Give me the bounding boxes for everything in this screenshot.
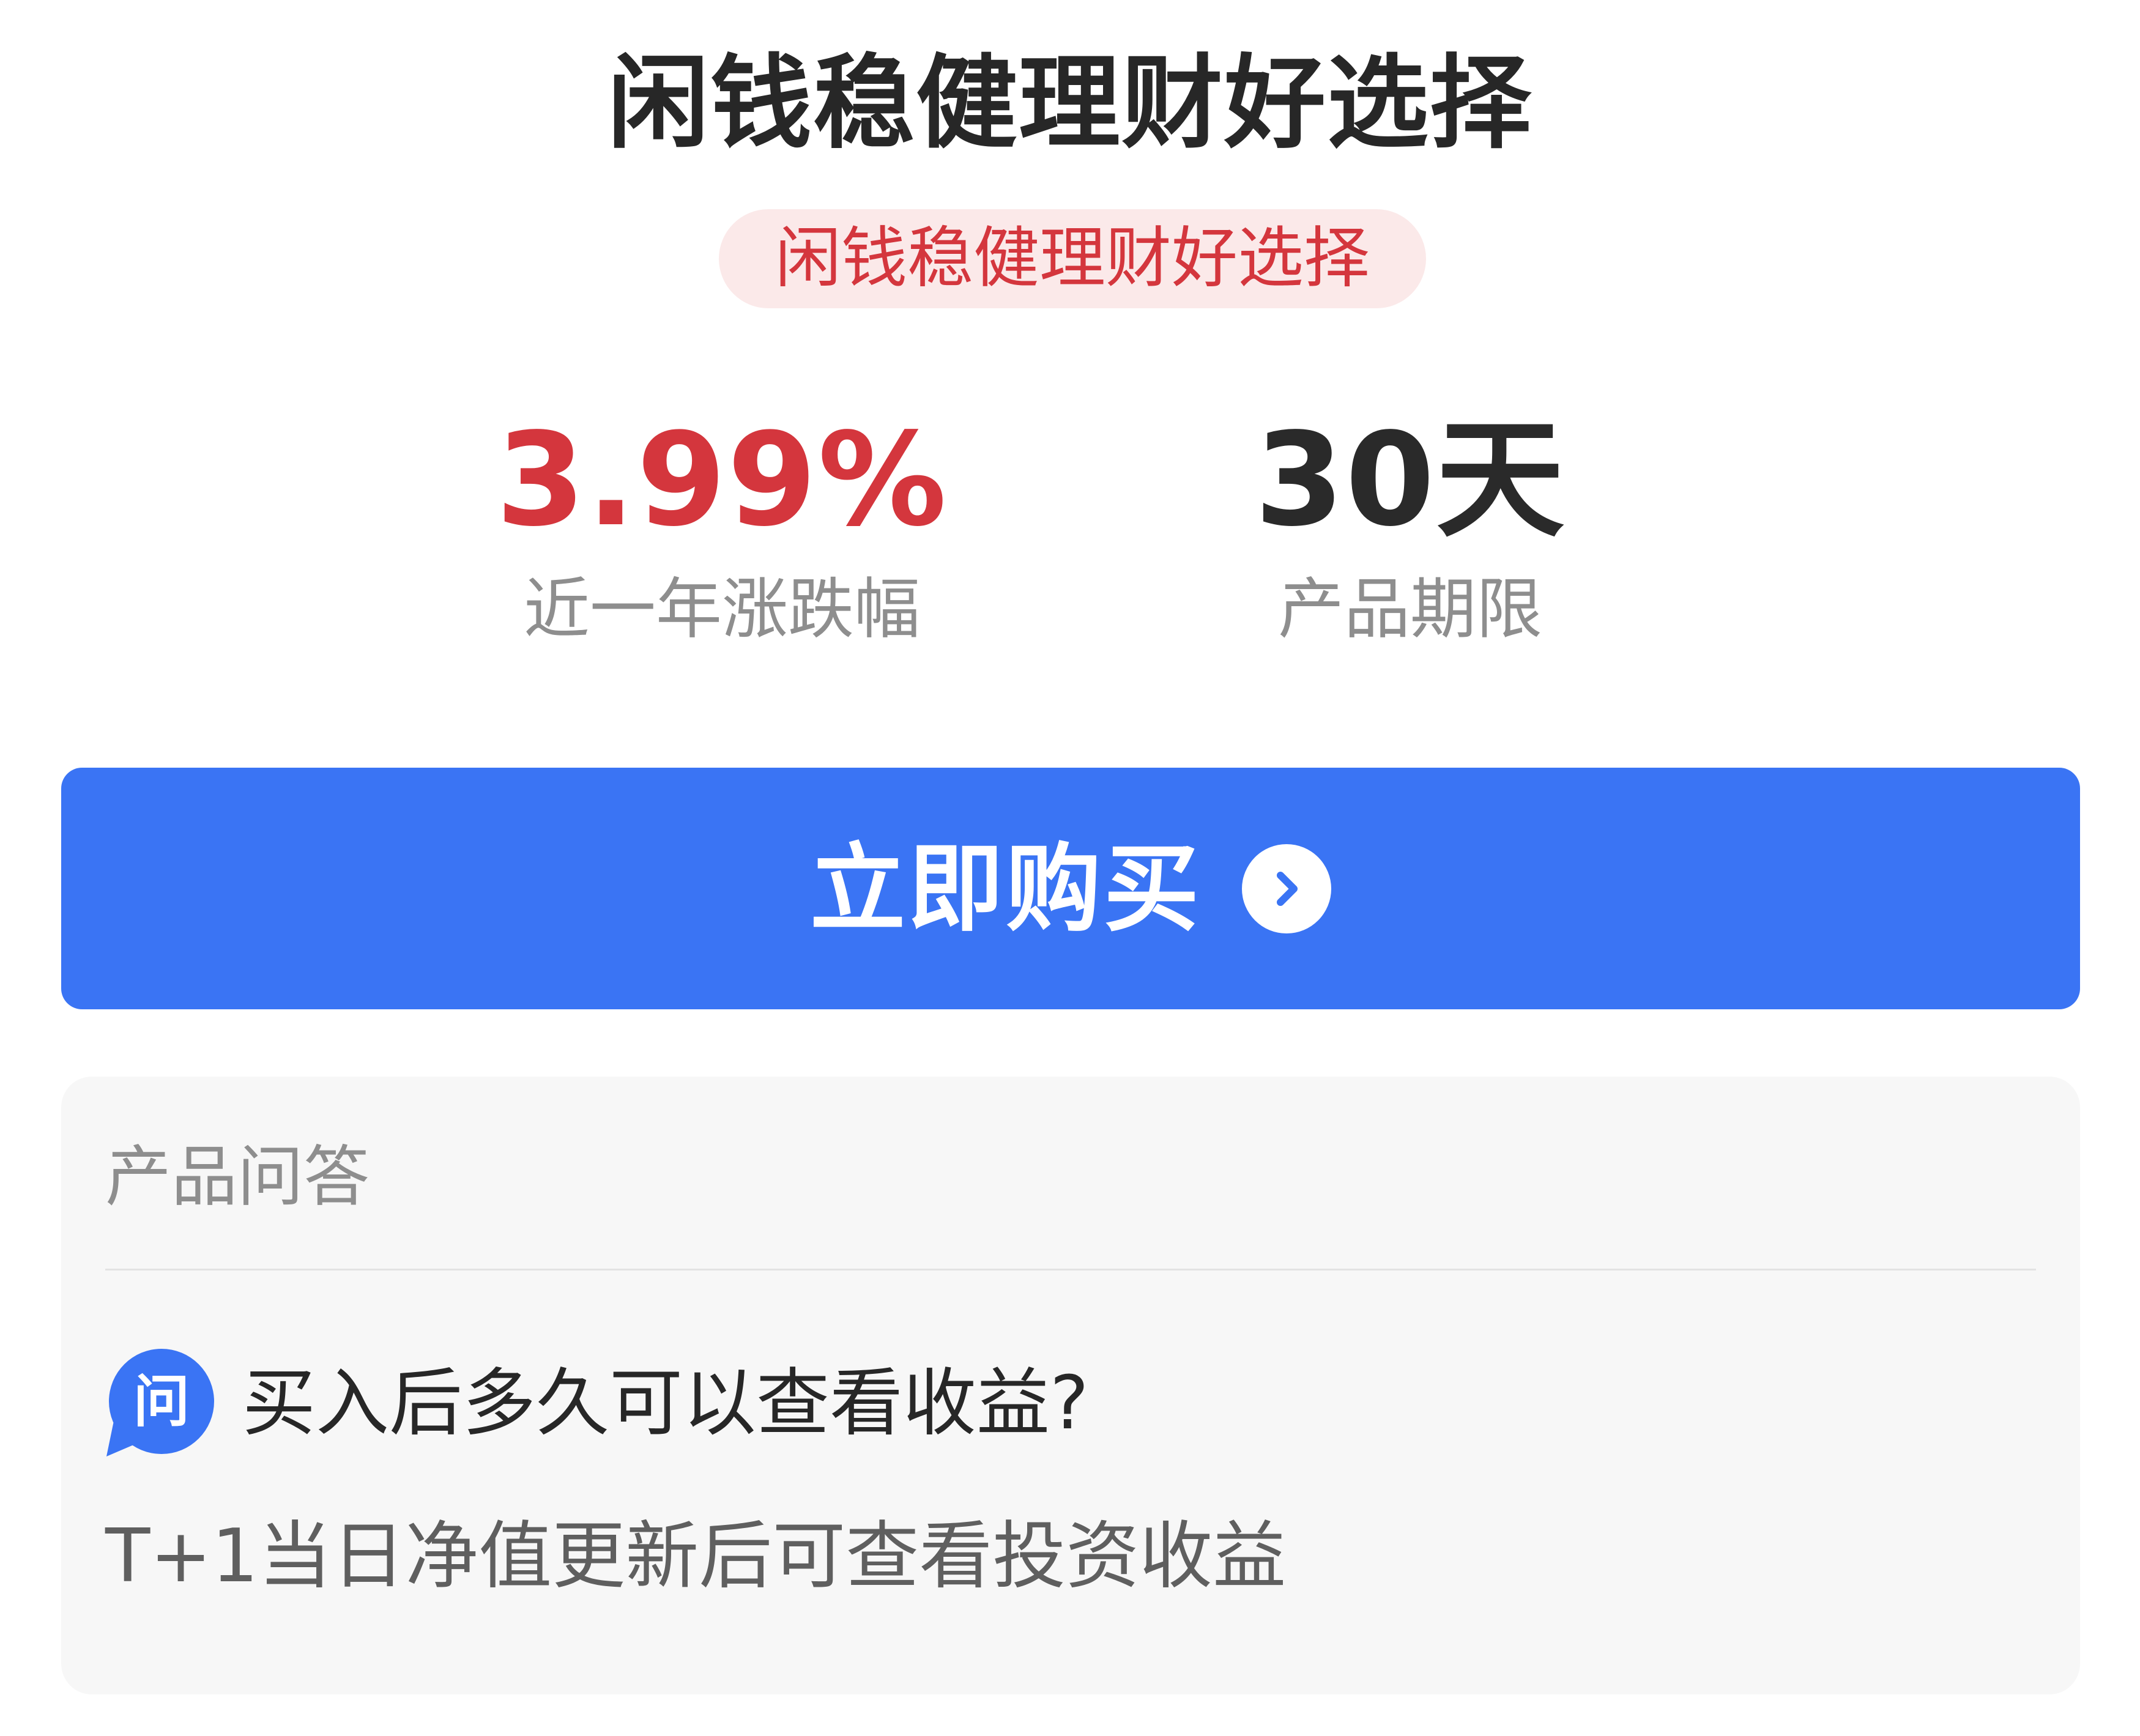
page-title: 闲钱稳健理财好选择: [607, 45, 1533, 163]
qa-question-row: 问 买入后多久可以查看收益?: [105, 1349, 1089, 1459]
qa-answer-text: T+1当日净值更新后可查看投资收益: [105, 1514, 1287, 1599]
qa-divider: [105, 1269, 2036, 1270]
product-term-value: 30天: [1254, 405, 1566, 555]
product-term-label: 产品期限: [1277, 571, 1542, 648]
question-icon-glyph: 问: [133, 1369, 190, 1434]
yearly-change-value: 3.99%: [496, 405, 948, 555]
qa-question-text: 买入后多久可以查看收益?: [242, 1361, 1089, 1446]
qa-section-title: 产品问答: [105, 1139, 370, 1215]
product-tag-pill: 闲钱稳健理财好选择: [719, 209, 1426, 308]
chevron-right-circle-icon: [1242, 844, 1331, 933]
question-bubble-icon: 问: [105, 1349, 215, 1459]
buy-now-label: 立即购买: [810, 833, 1202, 944]
product-term-stat: 30天 产品期限: [1165, 410, 1655, 650]
yearly-change-label: 近一年涨跌幅: [523, 571, 920, 648]
yearly-change-stat: 3.99% 近一年涨跌幅: [477, 410, 967, 650]
buy-now-button[interactable]: 立即购买: [61, 768, 2080, 1009]
product-qa-card: 产品问答 问 买入后多久可以查看收益? T+1当日净值更新后可查看投资收益: [61, 1077, 2080, 1694]
